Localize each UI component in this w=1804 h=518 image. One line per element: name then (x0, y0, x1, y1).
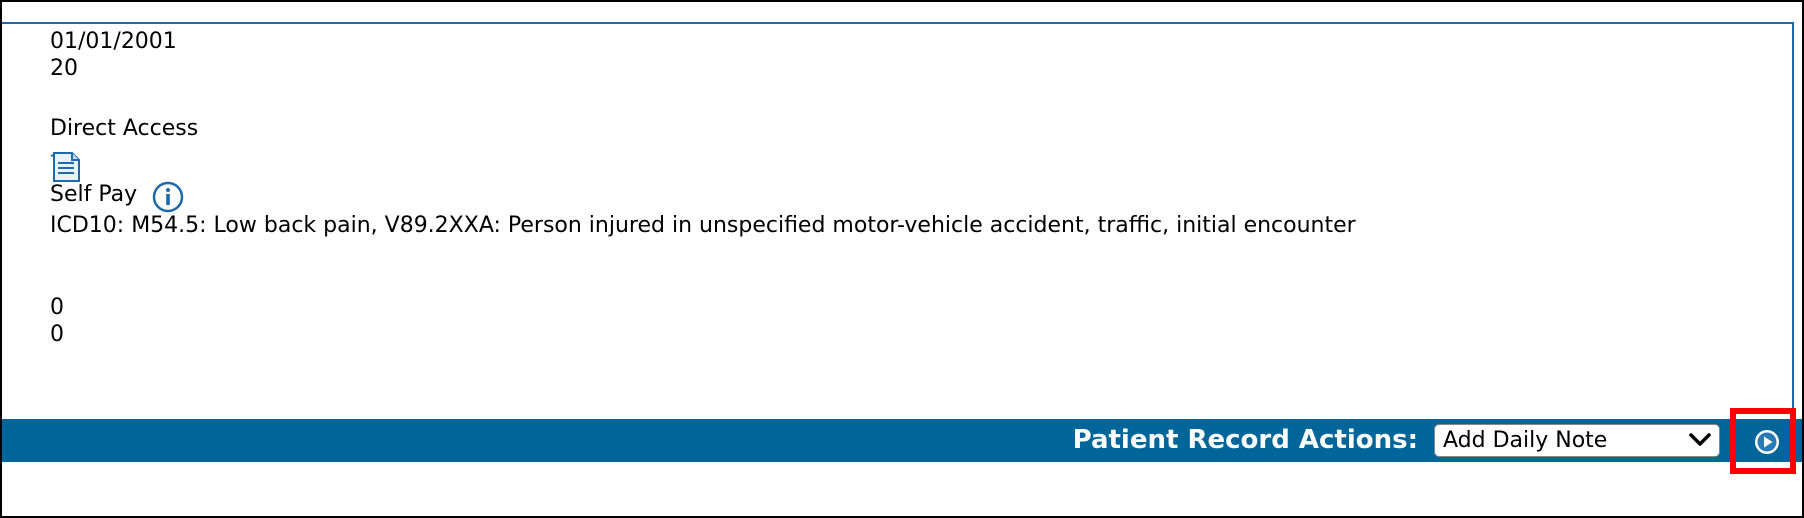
patient-record-actions-bar: Patient Record Actions: Add Daily Note (2, 419, 1802, 462)
chevron-down-icon (1689, 432, 1711, 448)
document-icon[interactable] (50, 150, 82, 184)
play-circle-icon (1755, 430, 1779, 454)
access-type: Direct Access (50, 116, 199, 141)
payer: Self Pay (50, 182, 138, 207)
action-select-value: Add Daily Note (1443, 428, 1608, 453)
value-2: 0 (50, 322, 64, 347)
value-1: 0 (50, 295, 64, 320)
info-icon[interactable] (152, 181, 184, 213)
record-date: 01/01/2001 (50, 29, 177, 54)
action-select[interactable]: Add Daily Note (1434, 424, 1720, 457)
diagnosis-text: ICD10: M54.5: Low back pain, V89.2XXA: P… (50, 213, 1356, 238)
page-frame: 01/01/2001 20 Direct Access Self Pay ICD… (0, 0, 1804, 518)
go-button[interactable] (1754, 429, 1780, 455)
actions-label: Patient Record Actions: (1072, 425, 1418, 455)
patient-record-panel: 01/01/2001 20 Direct Access Self Pay ICD… (2, 22, 1794, 419)
record-number: 20 (50, 56, 78, 81)
